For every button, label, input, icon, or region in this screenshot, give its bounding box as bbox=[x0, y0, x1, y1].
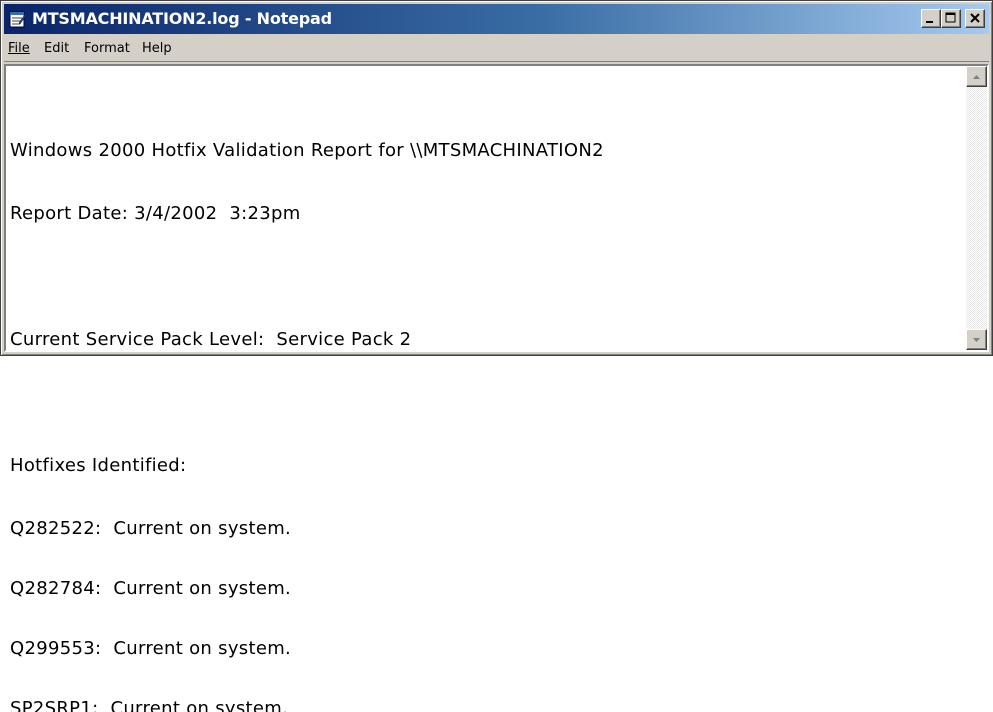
arrow-down-icon bbox=[973, 338, 980, 342]
menu-file-label: File bbox=[8, 41, 30, 56]
minimize-icon bbox=[926, 21, 933, 23]
hotfixes-heading-line: Hotfixes Identified: bbox=[10, 455, 187, 476]
report-title-line: Windows 2000 Hotfix Validation Report fo… bbox=[10, 140, 604, 161]
notepad-window: MTSMACHINATION2.log - Notepad File Edit … bbox=[0, 0, 993, 712]
arrow-up-icon bbox=[973, 75, 980, 79]
menu-format-label: Format bbox=[84, 41, 130, 56]
maximize-button[interactable] bbox=[941, 9, 961, 28]
hotfix-line: Q282522: Current on system. bbox=[10, 518, 292, 539]
close-button[interactable] bbox=[965, 9, 985, 28]
scroll-up-button[interactable] bbox=[966, 66, 987, 87]
document-text[interactable]: Windows 2000 Hotfix Validation Report fo… bbox=[10, 98, 957, 712]
maximize-icon bbox=[945, 12, 956, 23]
menu-file[interactable]: File bbox=[8, 41, 30, 56]
service-pack-line: Current Service Pack Level: Service Pack… bbox=[10, 329, 412, 350]
menu-edit-label: Edit bbox=[44, 41, 70, 56]
notepad-icon[interactable] bbox=[8, 9, 28, 29]
close-icon bbox=[970, 13, 980, 23]
menu-help[interactable]: Help bbox=[142, 41, 172, 56]
vertical-scrollbar[interactable] bbox=[966, 66, 987, 350]
menu-format[interactable]: Format bbox=[84, 41, 130, 56]
report-date-line: Report Date: 3/4/2002 3:23pm bbox=[10, 203, 301, 224]
title-bar[interactable]: MTSMACHINATION2.log - Notepad bbox=[4, 4, 989, 34]
hotfix-line: Q282784: Current on system. bbox=[10, 578, 292, 599]
minimize-button[interactable] bbox=[921, 9, 941, 28]
window-title: MTSMACHINATION2.log - Notepad bbox=[32, 9, 332, 28]
scroll-down-button[interactable] bbox=[966, 329, 987, 350]
hotfix-line: Q299553: Current on system. bbox=[10, 638, 292, 659]
menu-bar: File Edit Format Help bbox=[4, 37, 989, 62]
hotfix-line: SP2SRP1: Current on system. bbox=[10, 698, 289, 712]
menu-edit[interactable]: Edit bbox=[44, 41, 69, 56]
menu-help-label: Help bbox=[142, 41, 172, 56]
text-editor[interactable]: Windows 2000 Hotfix Validation Report fo… bbox=[4, 64, 989, 712]
